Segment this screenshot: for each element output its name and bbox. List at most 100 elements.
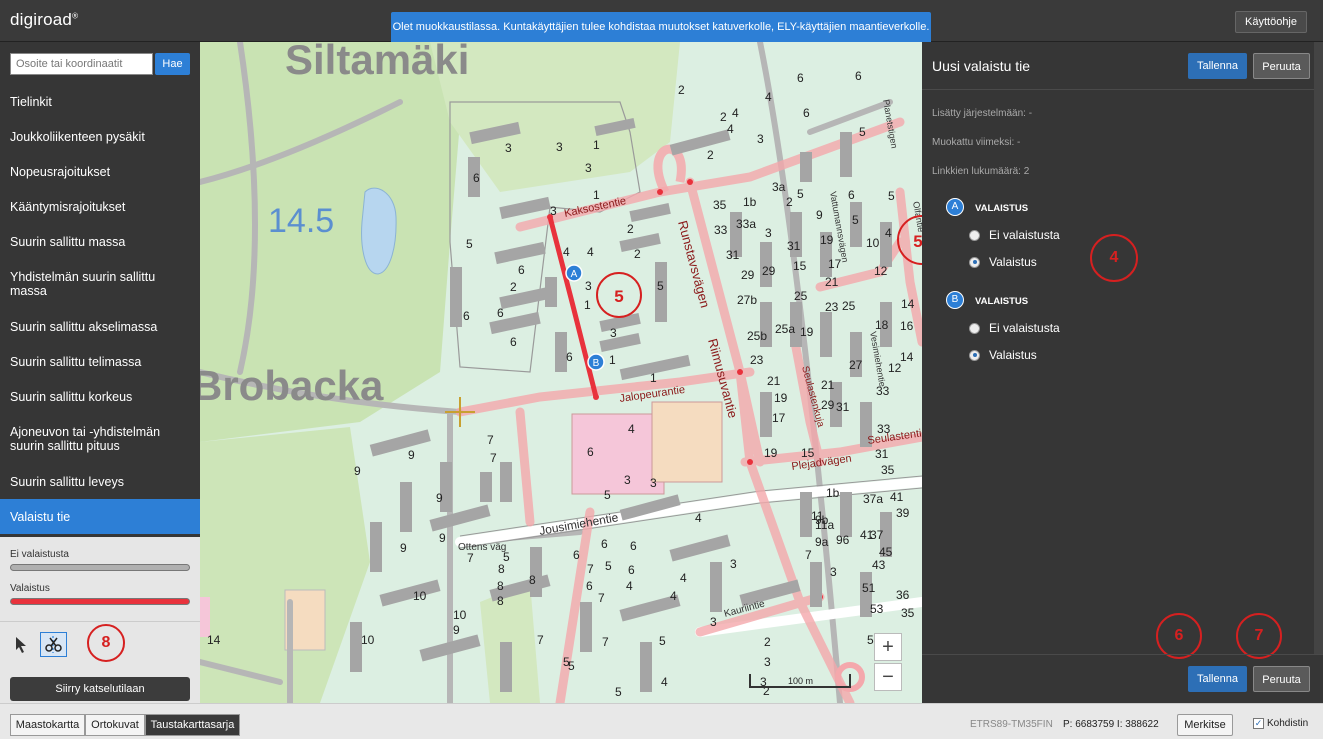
house-number: 7 (602, 635, 609, 649)
house-number: 19 (800, 325, 814, 339)
legend-bar-unlit (10, 564, 190, 571)
house-number: 8 (497, 579, 504, 593)
zoom-in-button[interactable]: + (874, 633, 902, 661)
section-b-title: VALAISTUS (975, 296, 1029, 307)
arrow-icon[interactable] (14, 636, 30, 654)
house-number: 5 (867, 633, 874, 647)
house-number: 4 (765, 90, 772, 104)
house-number: 31 (875, 447, 889, 461)
radio-button[interactable] (969, 256, 980, 268)
house-number: 12 (888, 361, 902, 375)
annotation-5b-label: 5 (913, 232, 922, 251)
house-number: 14 (900, 350, 914, 364)
panel-scrollbar[interactable] (1314, 42, 1323, 654)
house-number: 31 (726, 248, 740, 262)
house-number: 12 (874, 264, 888, 278)
house-number: 7 (598, 591, 605, 605)
radio-button[interactable] (969, 322, 980, 334)
section-b-option-lit[interactable]: Valaistus (969, 348, 1037, 362)
house-number: 4 (563, 245, 570, 259)
layer-item-max-bogie-mass[interactable]: Suurin sallittu telimassa (0, 344, 200, 379)
house-number: 2 (627, 222, 634, 236)
marker-a-label: A (571, 269, 578, 280)
house-number: 5 (605, 559, 612, 573)
layer-item-bus-stops[interactable]: Joukkoliikenteen pysäkit (0, 119, 200, 154)
house-number: 6 (601, 537, 608, 551)
section-a-option-unlit[interactable]: Ei valaistusta (969, 228, 1060, 242)
radio-button[interactable] (969, 229, 980, 241)
save-button[interactable]: Tallenna (1188, 666, 1247, 692)
panel-title: Uusi valaistu tie (932, 58, 1031, 74)
house-number: 35 (713, 198, 727, 212)
save-button-top[interactable]: Tallenna (1188, 53, 1247, 79)
checkbox[interactable]: ✓ (1253, 718, 1264, 729)
crosshair-toggle[interactable]: ✓ Kohdistin (1253, 718, 1308, 729)
search-button[interactable]: Hae (155, 53, 190, 75)
layer-item-max-width[interactable]: Suurin sallittu leveys (0, 464, 200, 499)
house-number: 25a (775, 322, 795, 336)
marker-b-label: B (593, 358, 600, 369)
search-input[interactable] (10, 53, 153, 75)
layer-item-speed-limits[interactable]: Nopeusrajoitukset (0, 154, 200, 189)
basemap-terrain[interactable]: Maastokartta (10, 714, 85, 736)
house-number: 10 (361, 633, 375, 647)
house-number: 3 (585, 279, 592, 293)
house-number: 4 (732, 106, 739, 120)
layer-item-max-height[interactable]: Suurin sallittu korkeus (0, 379, 200, 414)
house-number: 3a (772, 180, 786, 194)
street-label: Ottens väg (458, 542, 506, 553)
layer-item-max-mass[interactable]: Suurin sallittu massa (0, 224, 200, 259)
house-number: 3 (757, 132, 764, 146)
top-bar: digiroad® Olet muokkaustilassa. Kuntakäy… (0, 0, 1323, 42)
house-number: 3 (550, 204, 557, 218)
radio-button[interactable] (969, 349, 980, 361)
house-number: 1 (584, 298, 591, 312)
annotation-7: 7 (1236, 613, 1282, 659)
cancel-button-top[interactable]: Peruuta (1253, 53, 1310, 79)
mark-button[interactable]: Merkitse (1177, 714, 1233, 736)
section-b-option-unlit[interactable]: Ei valaistusta (969, 321, 1060, 335)
house-number: 6 (803, 106, 810, 120)
layer-item-max-axle-mass[interactable]: Suurin sallittu akselimassa (0, 309, 200, 344)
house-number: 9 (436, 491, 443, 505)
layer-item-max-length[interactable]: Ajoneuvon tai -yhdistelmän suurin sallit… (0, 414, 200, 464)
house-number: 33 (714, 223, 728, 237)
exit-edit-mode-button[interactable]: Siirry katselutilaan (10, 677, 190, 701)
app-logo[interactable]: digiroad® (10, 10, 78, 30)
house-number: 7 (587, 562, 594, 576)
house-number: 2 (786, 195, 793, 209)
house-number: 96 (836, 533, 850, 547)
zoom-out-button[interactable]: − (874, 663, 902, 691)
house-number: 5 (657, 279, 664, 293)
house-number: 3 (765, 226, 772, 240)
house-number: 29 (821, 398, 835, 412)
help-button[interactable]: Käyttöohje (1235, 11, 1307, 33)
basemap-ortho[interactable]: Ortokuvat (85, 714, 145, 736)
layer-item-lit-road[interactable]: Valaistu tie (0, 499, 200, 534)
marker-b[interactable]: B (587, 353, 605, 371)
map-view[interactable]: Siltamäki Brobacka 14.5 Kaksostentie Run… (200, 42, 922, 703)
layer-item-combination-max-mass[interactable]: Yhdistelmän suurin sallittu massa (0, 259, 200, 309)
scissors-icon[interactable] (40, 632, 67, 657)
house-number: 7 (537, 633, 544, 647)
house-number: 4 (695, 511, 702, 525)
basemap-background[interactable]: Taustakarttasarja (145, 714, 240, 736)
house-number: 3 (585, 161, 592, 175)
layer-item-turn-restrictions[interactable]: Kääntymisrajoitukset (0, 189, 200, 224)
house-number: 9a (815, 535, 829, 549)
legend: Ei valaistusta Valaistus (0, 537, 200, 621)
layer-item-road-links[interactable]: Tielinkit (0, 84, 200, 119)
logo-mark: ® (72, 11, 79, 21)
map-canvas[interactable]: Siltamäki Brobacka 14.5 Kaksostentie Run… (200, 42, 922, 703)
house-number: 7 (805, 548, 812, 562)
house-number: 5 (888, 189, 895, 203)
section-a-option-lit[interactable]: Valaistus (969, 255, 1037, 269)
cancel-button[interactable]: Peruuta (1253, 666, 1310, 692)
marker-a[interactable]: A (565, 264, 583, 282)
house-number: 2 (764, 635, 771, 649)
house-number: 6 (518, 263, 525, 277)
legend-label-unlit: Ei valaistusta (10, 549, 69, 560)
house-number: 5 (466, 237, 473, 251)
house-number: 4 (626, 579, 633, 593)
house-number: 14 (901, 297, 915, 311)
